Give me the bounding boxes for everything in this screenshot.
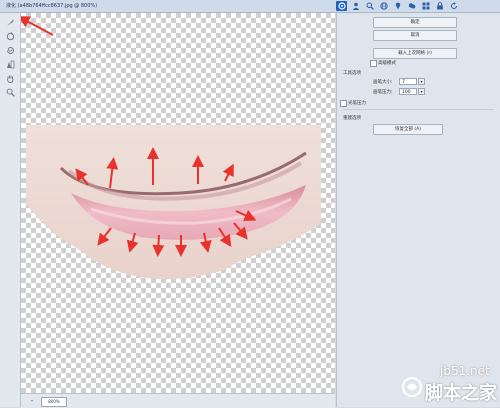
hand-icon[interactable] bbox=[5, 73, 15, 83]
stylus-pressure-label: 光笔压力 bbox=[348, 101, 366, 106]
window-title: 液化 (a48b764ffcc8637.jpg @ 800%) bbox=[6, 3, 98, 9]
brush-pressure-input[interactable]: 100 bbox=[399, 88, 417, 95]
zoom-icon[interactable] bbox=[5, 87, 15, 97]
liquify-icon[interactable] bbox=[336, 1, 347, 11]
brush-pressure-stepper[interactable]: ▾ bbox=[418, 88, 425, 95]
rebuild-options-heading: 重建选项 bbox=[343, 116, 361, 121]
status-bar: - 800% bbox=[21, 393, 335, 408]
annotation-arrow-tool bbox=[21, 16, 54, 36]
refresh-icon[interactable] bbox=[448, 1, 459, 11]
cancel-button[interactable]: 取消 bbox=[373, 30, 457, 41]
freeze-mask-icon[interactable] bbox=[5, 59, 15, 69]
zoom-out-button[interactable]: - bbox=[27, 396, 37, 406]
load-mesh-button[interactable]: 载入上次网格 (r) bbox=[373, 48, 457, 59]
nature-icon[interactable] bbox=[406, 1, 417, 11]
watermark: jb51.net 脚本之家 bbox=[385, 364, 500, 407]
tool-panel bbox=[0, 13, 21, 407]
brush-pressure-label: 画笔压力: bbox=[373, 90, 393, 95]
stylus-pressure-checkbox[interactable] bbox=[340, 100, 347, 107]
twirl-icon[interactable] bbox=[5, 45, 15, 55]
watermark-brand: 脚本之家 bbox=[425, 383, 497, 404]
advanced-mode-label: 高级模式 bbox=[378, 61, 396, 66]
globe-icon[interactable] bbox=[378, 1, 389, 11]
watermark-url: jb51.net bbox=[440, 364, 490, 378]
options-panel: 确定 取消 载入上次网格 (r) 高级模式 工具选项 画笔大小: 7 ▾ 画笔压… bbox=[336, 13, 500, 407]
lock-icon[interactable] bbox=[434, 1, 445, 11]
watermark-logo-icon bbox=[401, 376, 423, 400]
zoom-level[interactable]: 800% bbox=[41, 397, 67, 407]
brush-size-input[interactable]: 7 bbox=[399, 78, 417, 85]
brush-size-stepper[interactable]: ▾ bbox=[418, 78, 425, 85]
panel-divider bbox=[343, 109, 493, 110]
brush-size-label: 画笔大小: bbox=[373, 80, 393, 85]
title-bar: 液化 (a48b764ffcc8637.jpg @ 800%) bbox=[0, 0, 500, 13]
restore-all-button[interactable]: 恢复全部 (A) bbox=[373, 124, 443, 135]
forward-warp-icon[interactable] bbox=[5, 17, 15, 27]
pin-icon[interactable] bbox=[392, 1, 403, 11]
user-icon[interactable] bbox=[350, 1, 361, 11]
grid-icon[interactable] bbox=[420, 1, 431, 11]
image-canvas[interactable] bbox=[21, 13, 335, 393]
search-icon[interactable] bbox=[364, 1, 375, 11]
reconstruct-icon[interactable] bbox=[5, 31, 15, 41]
tool-options-heading: 工具选项 bbox=[343, 71, 361, 76]
ok-button[interactable]: 确定 bbox=[373, 17, 457, 28]
advanced-mode-checkbox[interactable] bbox=[370, 60, 377, 67]
top-icon-bar bbox=[336, 1, 462, 11]
